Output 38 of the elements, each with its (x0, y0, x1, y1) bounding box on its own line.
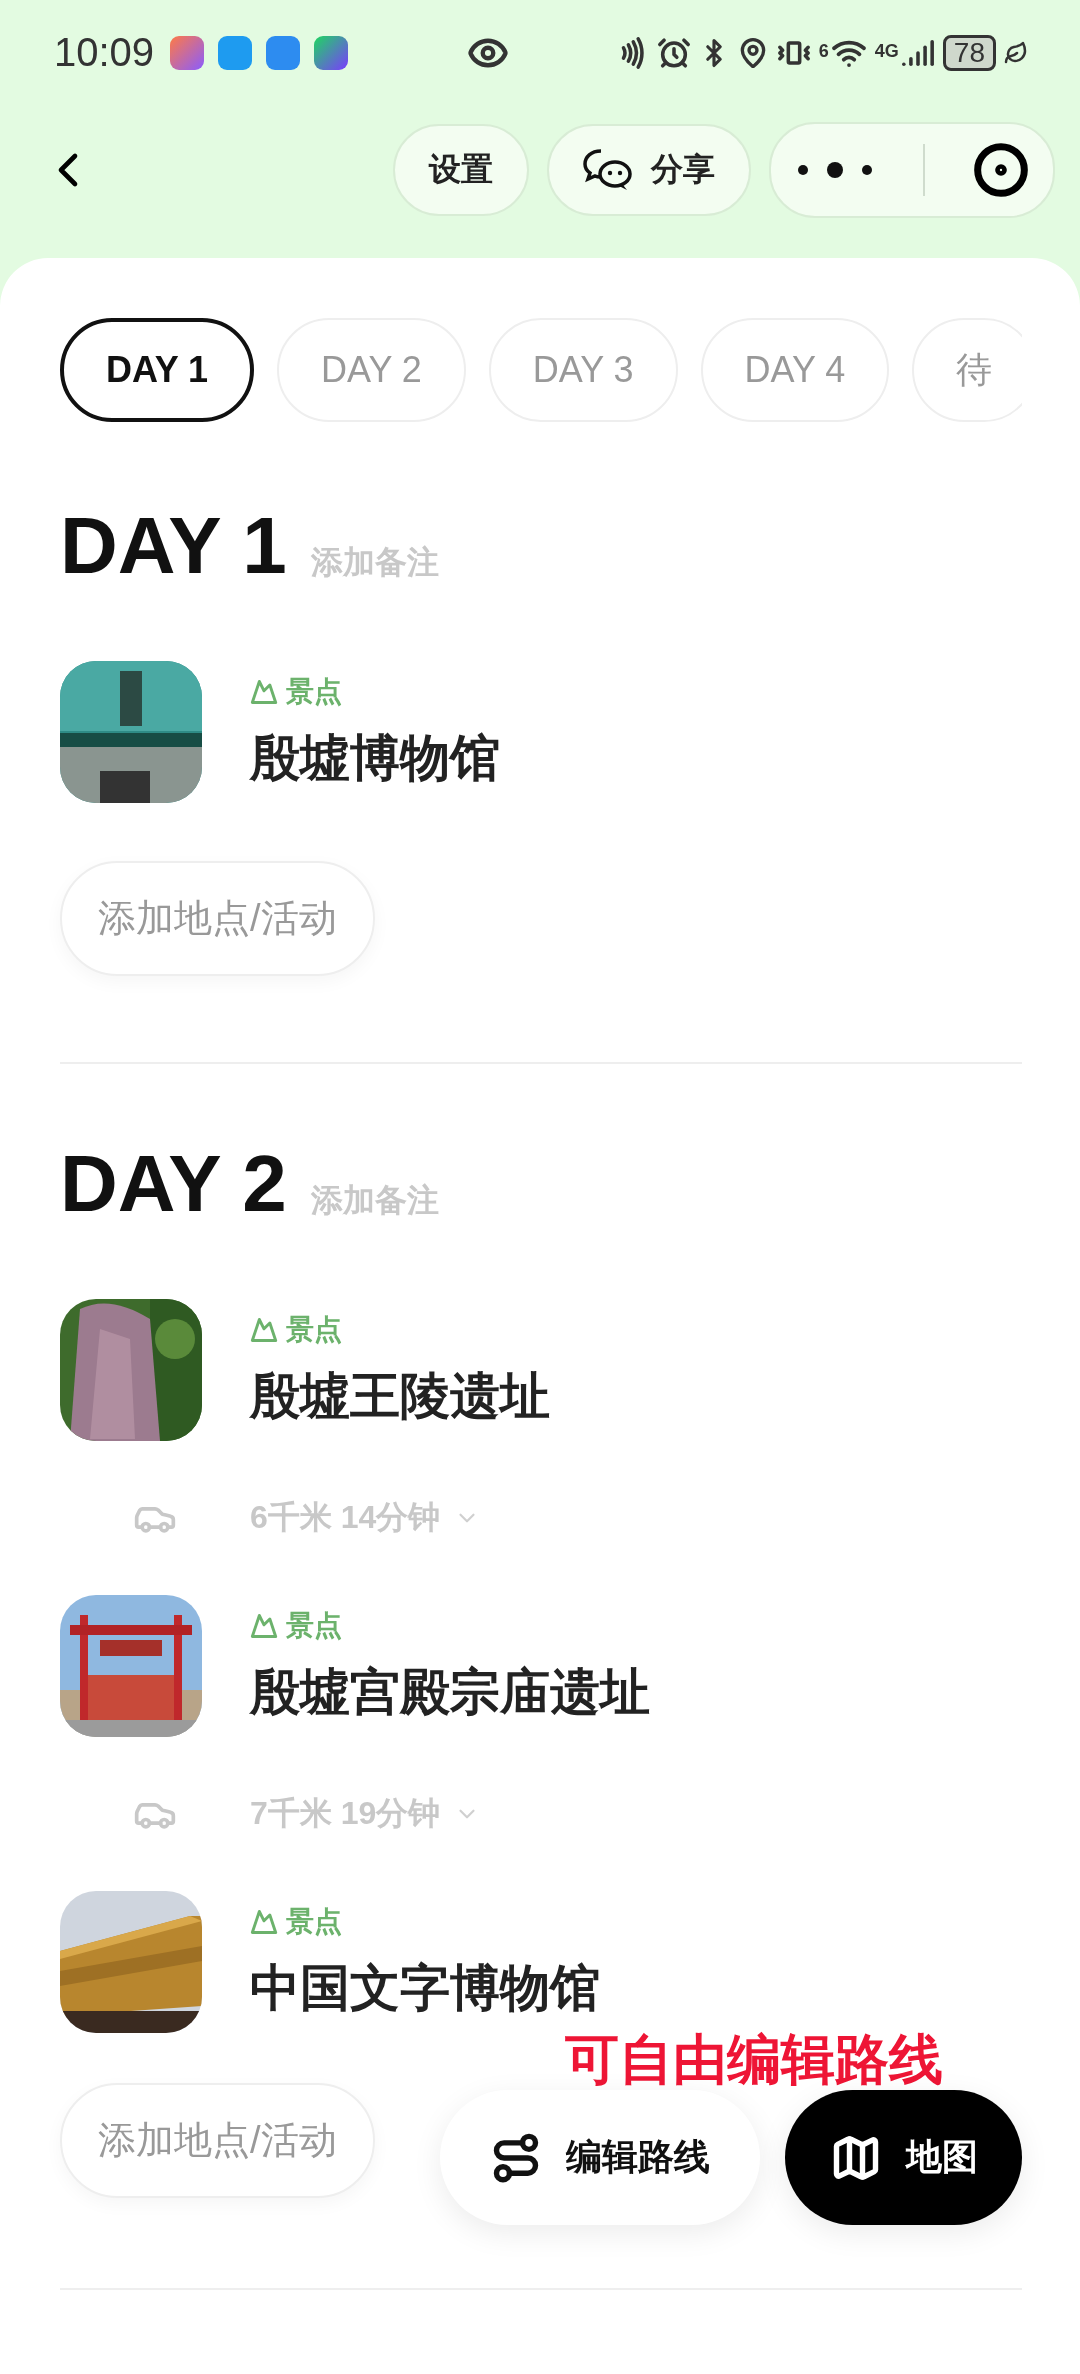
day-tab[interactable]: DAY 3 (488, 318, 678, 422)
mountain-icon (250, 1315, 278, 1344)
day-tab[interactable]: DAY 1 (60, 318, 255, 422)
category-tag: 景点 (286, 672, 342, 711)
category-tag: 景点 (286, 1310, 342, 1349)
more-icon[interactable] (795, 160, 875, 180)
mountain-icon (250, 1907, 278, 1936)
app-icon (218, 35, 253, 70)
share-button[interactable]: 分享 (547, 124, 751, 216)
day-heading: DAY 2 (60, 1144, 287, 1224)
app-icon (170, 35, 205, 70)
day-tab[interactable]: 待 (912, 318, 1022, 422)
category-tag: 景点 (286, 1902, 342, 1941)
place-name[interactable]: 殷墟博物馆 (250, 724, 500, 792)
settings-button[interactable]: 设置 (393, 124, 529, 216)
target-icon[interactable] (973, 142, 1029, 198)
place-name[interactable]: 殷墟王陵遗址 (250, 1362, 550, 1430)
status-time: 10:09 (54, 30, 155, 75)
day-tab[interactable]: DAY 2 (277, 318, 466, 422)
wifi-label: 6 (818, 40, 829, 62)
mountain-icon (250, 677, 278, 706)
app-icon (266, 35, 301, 70)
add-place-button[interactable]: 添加地点/活动 (60, 861, 375, 976)
category-tag: 景点 (286, 1606, 342, 1645)
edit-route-button[interactable]: 编辑路线 (440, 2090, 760, 2225)
annotation-text: 可自由编辑路线 (565, 2028, 943, 2091)
chat-bubbles-icon (583, 148, 633, 192)
add-place-button[interactable]: 添加地点/活动 (60, 2083, 375, 2198)
alarm-icon (656, 35, 691, 70)
place-name[interactable]: 殷墟宫殿宗庙遗址 (250, 1658, 650, 1726)
leaf-icon (1004, 40, 1028, 65)
day-tab[interactable]: DAY 4 (700, 318, 890, 422)
app-icon (314, 35, 349, 70)
mountain-icon (250, 1611, 278, 1640)
day-heading: DAY 1 (60, 506, 287, 586)
network-label: 4G (874, 40, 899, 62)
place-name[interactable]: 中国文字博物馆 (250, 1954, 600, 2022)
battery-indicator: 78 (942, 34, 996, 71)
